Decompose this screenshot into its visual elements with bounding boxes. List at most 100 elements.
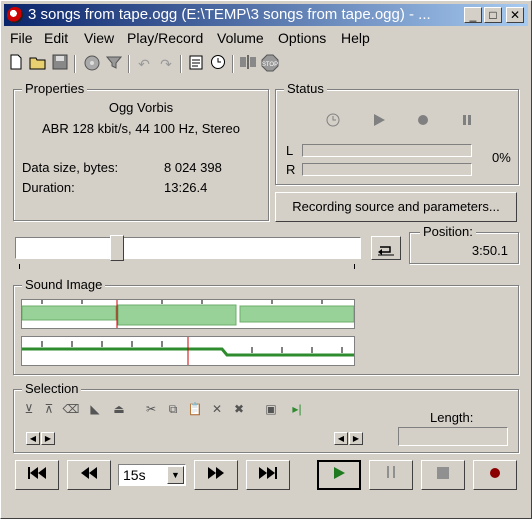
delete-icon[interactable]: ✕ bbox=[208, 400, 226, 418]
properties-icon[interactable] bbox=[186, 54, 206, 74]
window-title: 3 songs from tape.ogg (E:\TEMP\3 songs f… bbox=[28, 6, 431, 23]
right-level-meter bbox=[302, 163, 472, 176]
delete-all-icon[interactable]: ✖ bbox=[230, 400, 248, 418]
position-slider-thumb[interactable] bbox=[109, 235, 124, 261]
position-label: Position: bbox=[420, 224, 476, 239]
fast-forward-icon bbox=[208, 467, 224, 479]
save-icon[interactable] bbox=[50, 54, 70, 74]
properties-group: Properties Ogg Vorbis ABR 128 kbit/s, 44… bbox=[13, 81, 269, 221]
status-group: Status L R 0% bbox=[275, 81, 519, 185]
selection-group: Selection ⊻ ⊼ ⌫ ◣ ⏏ ✂ ⧉ 📋 ✕ ✖ ▣ ▸| Lengt… bbox=[13, 381, 519, 453]
data-size-value: 8 024 398 bbox=[164, 160, 222, 175]
undo-icon[interactable]: ↶ bbox=[134, 54, 154, 74]
minimize-button[interactable]: _ bbox=[464, 7, 482, 23]
slider-tick bbox=[354, 264, 355, 269]
skip-interval-value: 15s bbox=[123, 467, 146, 483]
clock-status-icon bbox=[326, 113, 340, 130]
selection-label: Selection bbox=[22, 381, 82, 396]
toolbar-separator bbox=[232, 55, 234, 73]
play-button[interactable] bbox=[317, 460, 361, 490]
position-value: 3:50.1 bbox=[471, 243, 508, 258]
stop-icon[interactable]: STOP bbox=[260, 54, 280, 74]
clock-icon[interactable] bbox=[208, 54, 228, 74]
waveform-bottom[interactable] bbox=[21, 336, 355, 366]
menu-help[interactable]: Help bbox=[341, 30, 370, 46]
copy-icon[interactable]: ⧉ bbox=[164, 400, 182, 418]
properties-label: Properties bbox=[22, 81, 88, 96]
eraser-icon[interactable]: ⌫ bbox=[62, 400, 80, 418]
title-bar[interactable]: 3 songs from tape.ogg (E:\TEMP\3 songs f… bbox=[4, 4, 528, 26]
rewind-button[interactable] bbox=[67, 460, 111, 490]
selection-end-left-button[interactable]: ◀ bbox=[334, 432, 348, 445]
stop-icon bbox=[437, 467, 449, 479]
cut-icon[interactable]: ✂ bbox=[142, 400, 160, 418]
position-group: Position: 3:50.1 bbox=[409, 224, 519, 264]
play-selection-icon[interactable]: ▸| bbox=[288, 400, 306, 418]
selection-end-right-button[interactable]: ▶ bbox=[349, 432, 363, 445]
rewind-icon bbox=[81, 467, 97, 479]
selection-start-right-button[interactable]: ▶ bbox=[41, 432, 55, 445]
recording-source-button[interactable]: Recording source and parameters... bbox=[275, 192, 517, 222]
maximize-button[interactable]: □ bbox=[484, 7, 502, 23]
skip-interval-select[interactable]: 15s ▼ bbox=[118, 464, 186, 486]
position-track[interactable] bbox=[15, 237, 361, 259]
status-label: Status bbox=[284, 81, 327, 96]
menu-play-record[interactable]: Play/Record bbox=[127, 30, 203, 46]
go-to-position-button[interactable] bbox=[371, 236, 401, 260]
save-selection-icon[interactable]: ▣ bbox=[262, 400, 280, 418]
record-status-icon bbox=[416, 113, 430, 130]
trim-icon[interactable]: ◣ bbox=[86, 400, 104, 418]
record-button[interactable] bbox=[473, 460, 517, 490]
length-value bbox=[398, 427, 508, 446]
toolbar: ↶ ↷ STOP bbox=[4, 53, 528, 77]
slider-tick bbox=[19, 264, 20, 269]
new-icon[interactable] bbox=[6, 54, 26, 74]
menu-file[interactable]: File bbox=[10, 30, 33, 46]
chevron-down-icon[interactable]: ▼ bbox=[167, 466, 184, 484]
selection-toolbar: ⊻ ⊼ ⌫ ◣ ⏏ ✂ ⧉ 📋 ✕ ✖ ▣ ▸| bbox=[20, 400, 320, 418]
duration-label: Duration: bbox=[22, 180, 75, 195]
return-icon bbox=[378, 246, 394, 256]
select-start-icon[interactable]: ⊻ bbox=[20, 400, 38, 418]
pause-button[interactable] bbox=[369, 460, 413, 490]
menu-options[interactable]: Options bbox=[278, 30, 326, 46]
app-icon[interactable] bbox=[7, 7, 23, 23]
format-details: ABR 128 kbit/s, 44 100 Hz, Stereo bbox=[42, 121, 240, 136]
left-level-meter bbox=[302, 144, 472, 157]
fast-forward-button[interactable] bbox=[194, 460, 238, 490]
cd-icon[interactable] bbox=[82, 54, 102, 74]
go-to-start-icon bbox=[28, 467, 46, 479]
close-button[interactable]: ✕ bbox=[506, 7, 524, 23]
left-channel-label: L bbox=[286, 143, 294, 158]
sound-image-group: Sound Image bbox=[13, 277, 519, 375]
waveform-top[interactable] bbox=[21, 299, 355, 329]
record-icon bbox=[490, 468, 500, 478]
toolbar-separator bbox=[180, 55, 182, 73]
toolbar-separator bbox=[128, 55, 130, 73]
open-icon[interactable] bbox=[28, 54, 48, 74]
stop-button[interactable] bbox=[421, 460, 465, 490]
format-name: Ogg Vorbis bbox=[108, 100, 174, 115]
filter-icon[interactable] bbox=[104, 54, 124, 74]
sound-image-label: Sound Image bbox=[22, 277, 106, 292]
redo-icon[interactable]: ↷ bbox=[156, 54, 176, 74]
data-size-label: Data size, bytes: bbox=[22, 160, 119, 175]
select-end-icon[interactable]: ⊼ bbox=[40, 400, 58, 418]
pause-status-icon bbox=[460, 113, 474, 130]
main-window: 3 songs from tape.ogg (E:\TEMP\3 songs f… bbox=[0, 0, 532, 519]
go-to-start-button[interactable] bbox=[15, 460, 59, 490]
paste-icon[interactable]: 📋 bbox=[186, 400, 204, 418]
level-percent: 0% bbox=[492, 150, 511, 165]
play-status-icon bbox=[372, 113, 386, 130]
menu-edit[interactable]: Edit bbox=[44, 30, 68, 46]
eject-icon[interactable]: ⏏ bbox=[110, 400, 128, 418]
split-icon[interactable] bbox=[238, 54, 258, 74]
menu-volume[interactable]: Volume bbox=[217, 30, 264, 46]
menu-view[interactable]: View bbox=[84, 30, 114, 46]
go-to-end-button[interactable] bbox=[246, 460, 290, 490]
selection-start-left-button[interactable]: ◀ bbox=[26, 432, 40, 445]
duration-value: 13:26.4 bbox=[164, 180, 208, 195]
play-icon bbox=[334, 467, 345, 479]
go-to-end-icon bbox=[259, 467, 277, 479]
svg-text:STOP: STOP bbox=[262, 62, 278, 68]
